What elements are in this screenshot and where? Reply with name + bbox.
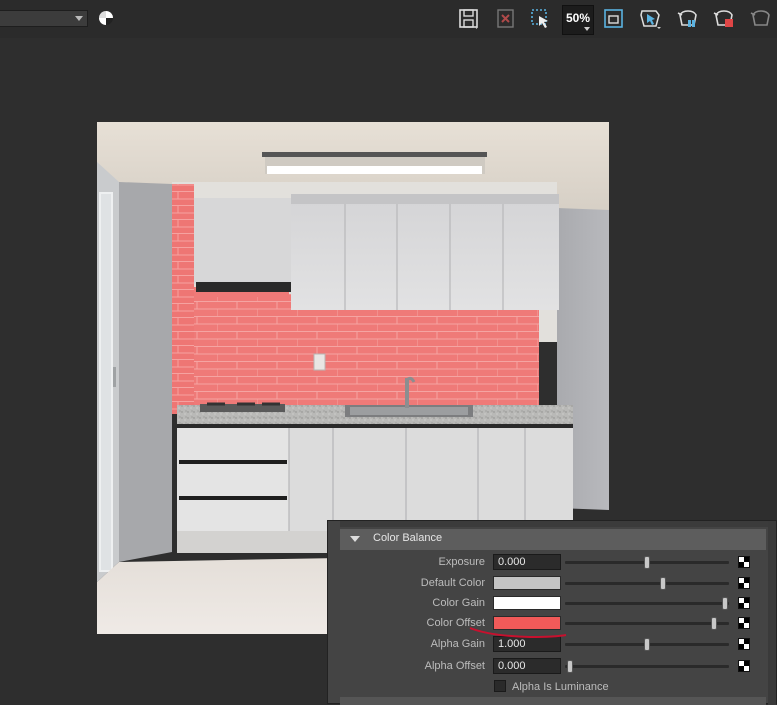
alpha-gain-field[interactable]: 1.000 [493,636,561,652]
zoom-label: 50% [565,11,591,25]
remove-image-icon[interactable] [493,6,519,32]
default-color-label: Default Color [420,577,485,589]
slider-handle[interactable] [660,577,666,590]
color-gain-slider[interactable] [565,597,729,610]
chevron-down-icon [584,27,590,31]
slider-handle[interactable] [567,660,573,673]
render-camera-icon[interactable] [675,6,701,32]
alpha-gain-label: Alpha Gain [430,638,485,650]
color-balance-header[interactable]: Color Balance [340,529,766,550]
color-offset-slider[interactable] [565,617,729,630]
render-settings-icon[interactable] [748,6,774,32]
region-render-icon[interactable] [528,6,554,32]
texture-map-icon[interactable] [738,577,750,589]
slider-handle[interactable] [722,597,728,610]
frame-icon[interactable] [601,6,627,32]
ipr-render-icon[interactable] [711,6,737,32]
texture-map-icon[interactable] [738,556,750,568]
texture-map-icon[interactable] [738,660,750,672]
expand-triangle-icon[interactable] [350,536,360,542]
alpha-offset-slider[interactable] [565,660,729,673]
snapshot-icon[interactable] [638,6,664,32]
alpha-is-luminance-checkbox[interactable] [494,680,506,692]
collapsed-section-header[interactable] [340,521,770,527]
color-offset-swatch[interactable] [493,616,561,630]
alpha-is-luminance-label: Alpha Is Luminance [512,681,609,693]
section-title: Color Balance [373,532,443,544]
panel-scrollbar[interactable] [768,521,776,705]
slider-handle[interactable] [644,556,650,569]
render-toolbar: 50% [0,0,777,38]
alpha-gain-row: Alpha Gain 1.000 [328,636,777,654]
texture-map-icon[interactable] [738,638,750,650]
exposure-row: Exposure 0.000 [328,554,777,572]
chevron-down-icon [75,16,83,21]
color-gain-swatch[interactable] [493,596,561,610]
alpha-offset-row: Alpha Offset 0.000 [328,658,777,676]
color-offset-row: Color Offset [328,615,777,633]
color-gain-row: Color Gain [328,595,777,613]
texture-map-icon[interactable] [738,597,750,609]
zoom-button[interactable]: 50% [562,5,594,35]
exposure-field[interactable]: 0.000 [493,554,561,570]
exposure-label: Exposure [438,556,485,568]
slider-handle[interactable] [644,638,650,651]
color-gain-label: Color Gain [432,597,485,609]
default-color-swatch[interactable] [493,576,561,590]
color-offset-label: Color Offset [426,617,486,629]
texture-map-icon[interactable] [738,617,750,629]
alpha-offset-field[interactable]: 0.000 [493,658,561,674]
alpha-offset-label: Alpha Offset [424,660,485,672]
alpha-is-luminance-row: Alpha Is Luminance [328,679,777,697]
camera-dropdown[interactable] [0,10,88,27]
exposure-slider[interactable] [565,556,729,569]
save-image-icon[interactable] [456,6,482,32]
default-color-slider[interactable] [565,577,729,590]
color-balance-panel: Color Balance Exposure 0.000 Default Col… [327,520,777,705]
color-wheel-icon[interactable] [99,11,113,25]
alpha-gain-slider[interactable] [565,638,729,651]
slider-handle[interactable] [711,617,717,630]
default-color-row: Default Color [328,575,777,593]
